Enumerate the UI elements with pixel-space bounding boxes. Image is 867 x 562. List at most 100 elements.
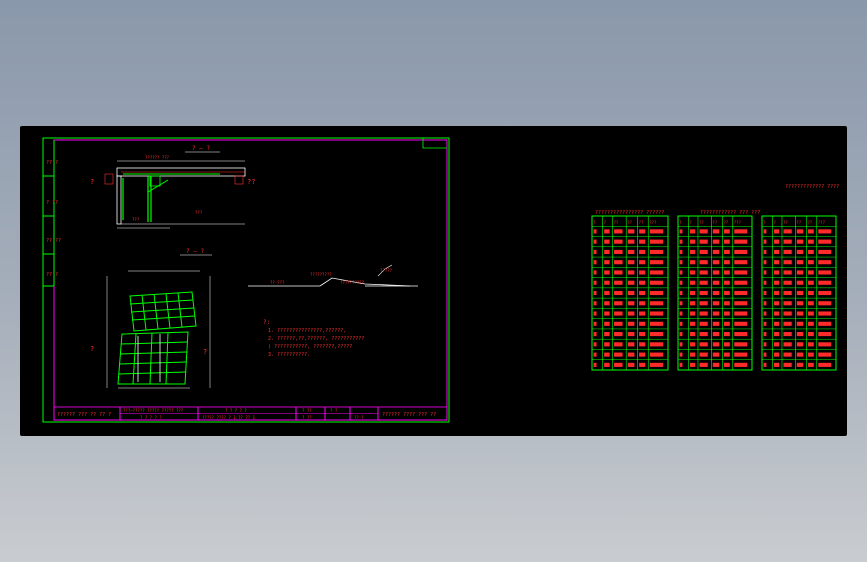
table-header-cell: ??? <box>649 220 657 225</box>
table-cell-text <box>593 321 597 326</box>
table-cell-text <box>773 270 780 275</box>
table-cell-text <box>639 362 646 367</box>
title-cell-2a: ???—????? ????? ????? ??? <box>123 408 184 413</box>
table-cell-text <box>627 352 635 357</box>
table-cell-text <box>734 301 748 306</box>
table-header-cell: ??? <box>734 220 742 225</box>
profile-label-1: ??·??? <box>270 280 285 285</box>
table-cell-text <box>604 249 610 254</box>
table-cell-text <box>818 280 832 285</box>
table-cell-text <box>734 332 748 337</box>
table-caption-1: ???????????????? ?????? <box>595 210 664 216</box>
table-cell-text <box>649 342 664 347</box>
table-cell-text <box>699 280 708 285</box>
table-cell-text <box>723 301 730 306</box>
note-line-4: 3. ??????????. <box>268 352 310 358</box>
table-cell-text <box>604 290 610 296</box>
title-cell-4a: ? ?? <box>302 408 312 413</box>
table-cell-text <box>593 352 597 357</box>
table-cell-text <box>796 362 804 367</box>
table-cell-text <box>723 249 730 254</box>
table-header-cell: ?? <box>723 220 728 225</box>
table-header-cell: ? <box>593 220 596 225</box>
table-cell-text <box>763 332 767 337</box>
table-cell-text <box>593 270 597 275</box>
table-cell-text <box>734 270 748 275</box>
table-cell-text <box>712 239 720 244</box>
table-cell-text <box>689 321 696 326</box>
table-cell-text <box>723 290 730 296</box>
table-cell-text <box>807 270 814 275</box>
title-cell-5b: ??-? <box>354 415 364 420</box>
table-cell-text <box>818 342 832 347</box>
table-cell-text <box>723 362 730 367</box>
title-cell-3a: ? ? ? ? ? <box>225 408 247 413</box>
right-sheet: ????????????? ???? ???????????????? ????… <box>591 184 839 371</box>
table-cell-text <box>604 280 610 285</box>
table-cell-text <box>773 239 780 244</box>
table-cell-text <box>679 301 683 306</box>
section-a-note-left: ??? <box>132 217 140 222</box>
table-cell-text <box>763 249 767 254</box>
table-cell-text <box>783 342 792 347</box>
table-cell-text <box>734 321 748 326</box>
table-cell-text <box>627 280 635 285</box>
table-cell-text <box>796 229 804 234</box>
table-cell-text <box>593 332 597 337</box>
table-cell-text <box>639 280 646 285</box>
schedule-table: ??????????? <box>591 215 669 371</box>
table-cell-text <box>712 301 720 306</box>
table-cell-text <box>783 260 792 265</box>
profile-label-2: ????????? <box>310 272 332 277</box>
table-cell-text <box>639 260 646 265</box>
table-cell-text <box>712 321 720 326</box>
table-cell-text <box>679 280 683 285</box>
table-cell-text <box>679 229 683 234</box>
table-cell-text <box>639 342 646 347</box>
table-cell-text <box>818 260 832 265</box>
side-cell-3: ?? ?? <box>46 238 61 244</box>
schedule-table: ??????????? <box>677 215 753 371</box>
table-cell-text <box>783 270 792 275</box>
table-cell-text <box>763 229 767 234</box>
table-header-cell: ? <box>604 220 607 225</box>
table-cell-text <box>679 342 683 347</box>
section-b-view: ? — ? ? ? <box>90 248 212 389</box>
table-cell-text <box>712 229 720 234</box>
side-cell-2: ? ?? <box>46 200 58 206</box>
cad-viewport[interactable]: ?? ? ? ?? ?? ?? ?? ? ? — ? ?????? ??? ? <box>20 126 847 436</box>
table-cell-text <box>689 239 696 244</box>
table-cell-text <box>807 290 814 296</box>
table-cell-text <box>627 362 635 367</box>
table-cell-text <box>712 352 720 357</box>
table-cell-text <box>734 342 748 347</box>
table-cell-text <box>734 290 748 296</box>
table-cell-text <box>649 321 664 326</box>
table-cell-text <box>712 270 720 275</box>
profile-label-3: ?????????? <box>340 280 365 285</box>
table-cell-text <box>723 229 730 234</box>
table-cell-text <box>689 260 696 265</box>
table-cell-text <box>593 260 597 265</box>
table-cell-text <box>734 229 748 234</box>
rebar-grid-upper <box>129 291 197 332</box>
table-cell-text <box>699 332 708 337</box>
table-cell-text <box>773 290 780 296</box>
table-cell-text <box>639 290 646 296</box>
table-cell-text <box>627 332 635 337</box>
right-heading: ????????????? ???? <box>785 184 839 190</box>
table-cell-text <box>763 280 767 285</box>
table-cell-text <box>614 301 623 306</box>
table-header-cell: ?? <box>807 220 812 225</box>
table-cell-text <box>614 311 623 316</box>
table-cell-text <box>712 332 720 337</box>
title-cell-3b: ????? ???? ? 1:?? ?? 1 <box>202 415 256 420</box>
table-cell-text <box>712 342 720 347</box>
table-cell-text <box>796 290 804 296</box>
table-cell-text <box>699 260 708 265</box>
table-cell-text <box>689 280 696 285</box>
section-a-note-right: ??? <box>195 210 203 215</box>
table-cell-text <box>807 249 814 254</box>
table-cell-text <box>593 290 597 296</box>
table-cell-text <box>734 239 748 244</box>
